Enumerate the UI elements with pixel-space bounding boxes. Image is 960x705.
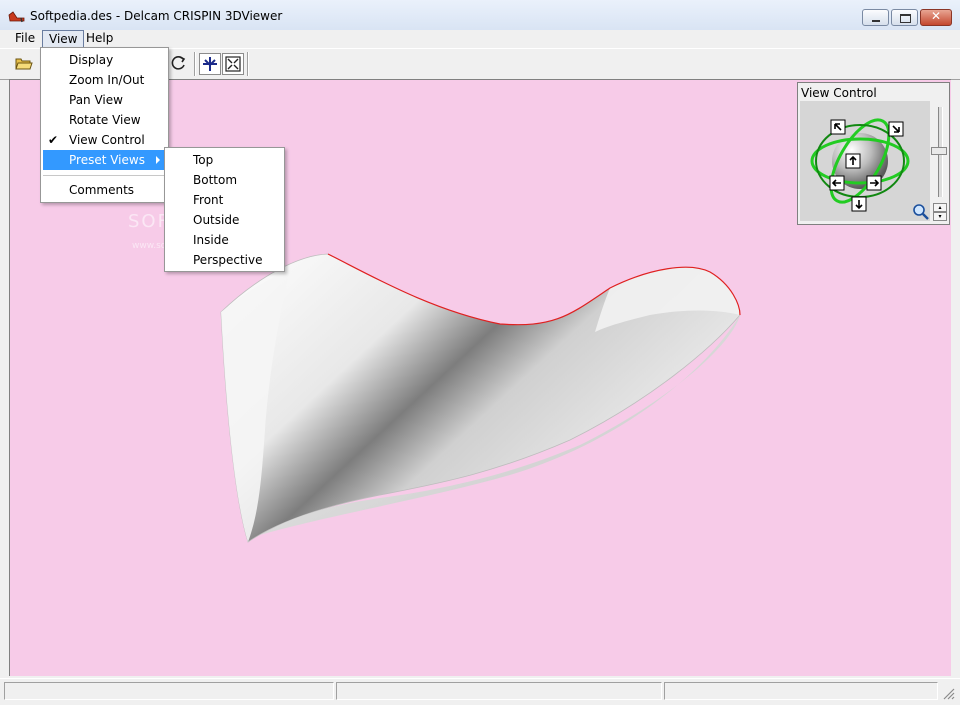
preset-top[interactable]: Top [167,150,282,170]
zoom-fit-icon [225,56,241,72]
menu-item-label: View Control [69,133,145,147]
menu-item-label: Display [69,53,114,67]
minimize-button[interactable] [862,9,889,26]
preset-views-submenu: Top Bottom Front Outside Inside Perspect… [164,147,285,272]
pan-view-button[interactable] [199,53,221,75]
menu-item-zoom[interactable]: Zoom In/Out [43,70,166,90]
resize-grip-icon[interactable] [940,685,956,701]
rotate-icon [171,56,186,70]
menu-item-label: Zoom In/Out [69,73,145,87]
toolbar-separator [247,52,249,76]
magnifier-icon[interactable] [912,203,930,221]
spin-up-icon[interactable]: ▴ [933,203,947,212]
view-control-gizmo[interactable] [800,101,930,221]
menu-item-label: Comments [69,183,135,197]
menu-file[interactable]: File [9,30,41,48]
close-button[interactable]: ✕ [920,9,952,26]
status-pane-2 [336,682,662,700]
preset-bottom[interactable]: Bottom [167,170,282,190]
shoe-app-icon [8,11,25,23]
menu-view[interactable]: View [42,30,85,48]
menu-item-label: Rotate View [69,113,141,127]
view-menu-dropdown: Display Zoom In/Out Pan View Rotate View… [40,47,169,203]
menu-item-rotate-view[interactable]: Rotate View [43,110,166,130]
view-control-title: View Control [801,86,877,100]
menu-item-view-control[interactable]: ✔ View Control [43,130,166,150]
pan-icon [203,57,217,71]
preset-front[interactable]: Front [167,190,282,210]
preset-inside[interactable]: Inside [167,230,282,250]
rotate-view-button[interactable] [168,53,190,75]
status-pane-3 [664,682,938,700]
window-title: Softpedia.des - Delcam CRISPIN 3DViewer [30,9,283,23]
menu-item-label: Pan View [69,93,123,107]
submenu-arrow-icon [156,156,160,164]
menu-bar: File View Help [0,30,960,48]
view-control-panel: View Control ▴ ▾ [797,82,950,225]
status-bar [0,678,960,705]
open-folder-icon [15,58,33,70]
toolbar-separator [194,52,196,76]
menu-item-label: Preset Views [69,153,145,167]
menu-item-comments[interactable]: Comments [43,180,166,200]
spin-down-icon[interactable]: ▾ [933,212,947,221]
zoom-spinner[interactable]: ▴ ▾ [933,203,947,221]
app-window: Softpedia.des - Delcam CRISPIN 3DViewer … [0,0,960,705]
checkmark-icon: ✔ [48,133,59,147]
preset-perspective[interactable]: Perspective [167,250,282,270]
menu-item-pan-view[interactable]: Pan View [43,90,166,110]
preset-outside[interactable]: Outside [167,210,282,230]
open-button[interactable] [14,53,36,75]
title-bar: Softpedia.des - Delcam CRISPIN 3DViewer … [0,0,960,31]
menu-item-display[interactable]: Display [43,50,166,70]
menu-help[interactable]: Help [80,30,119,48]
close-icon: ✕ [930,9,942,23]
maximize-button[interactable] [891,9,918,26]
status-pane-1 [4,682,334,700]
rotation-gizmo-icon [800,101,930,221]
zoom-slider-thumb[interactable] [931,147,947,155]
zoom-fit-button[interactable] [222,53,244,75]
menu-item-preset-views[interactable]: Preset Views [43,150,166,170]
menu-separator [43,175,166,176]
